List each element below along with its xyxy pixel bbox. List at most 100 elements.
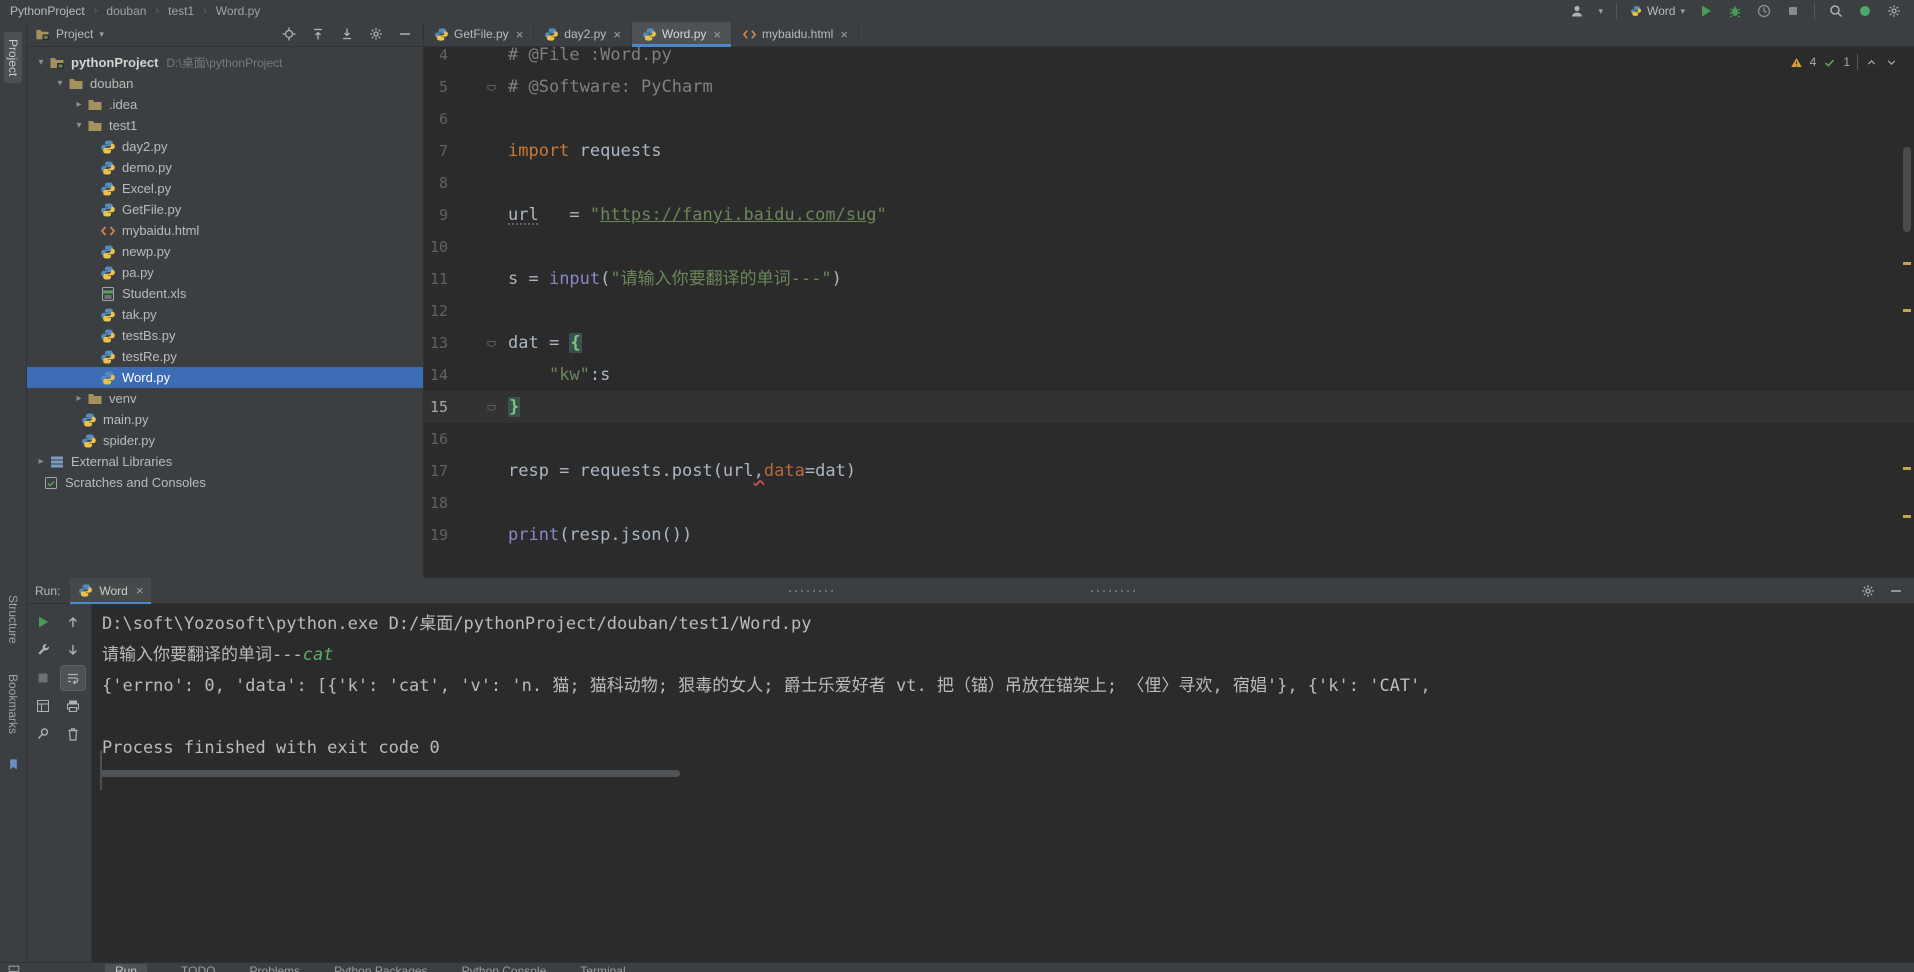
chevron-down-icon[interactable]: ▾ bbox=[52, 78, 68, 89]
console-hscrollbar[interactable] bbox=[100, 770, 680, 777]
code-line-7[interactable]: 7 import requests bbox=[424, 135, 1914, 167]
code-line-14[interactable]: 14 "kw":s bbox=[424, 359, 1914, 391]
tab-mybaidu.html[interactable]: mybaidu.html × bbox=[732, 22, 859, 46]
gear-icon[interactable] bbox=[1860, 583, 1876, 599]
tree-item-mybaidu.html[interactable]: mybaidu.html bbox=[27, 220, 423, 241]
code-line-6[interactable]: 6 bbox=[424, 103, 1914, 135]
chevron-down-icon[interactable]: ▾ bbox=[33, 57, 49, 68]
code-line-17[interactable]: 17 resp = requests.post(url,data=dat) bbox=[424, 455, 1914, 487]
close-icon[interactable]: × bbox=[136, 583, 144, 598]
prev-problem-icon[interactable] bbox=[1865, 56, 1878, 69]
tool-window-switcher-icon[interactable] bbox=[7, 964, 21, 972]
fold-marker-icon[interactable] bbox=[485, 81, 498, 94]
fold-marker-icon[interactable] bbox=[485, 401, 498, 414]
stop-button[interactable] bbox=[1785, 3, 1801, 19]
editor-scrollbar[interactable] bbox=[1900, 47, 1914, 578]
user-icon[interactable] bbox=[1569, 3, 1585, 19]
tree-item-Scratches and Consoles[interactable]: Scratches and Consoles bbox=[27, 472, 423, 493]
bookmark-icon[interactable] bbox=[6, 757, 21, 772]
tree-item-GetFile.py[interactable]: GetFile.py bbox=[27, 199, 423, 220]
tree-item-testBs.py[interactable]: testBs.py bbox=[27, 325, 423, 346]
tab-Word.py[interactable]: Word.py × bbox=[631, 22, 732, 47]
select-opened-file-icon[interactable] bbox=[281, 26, 297, 42]
tree-item-main.py[interactable]: main.py bbox=[27, 409, 423, 430]
code-line-11[interactable]: 11 s = input("请输入你要翻译的单词---") bbox=[424, 263, 1914, 295]
run-config-select[interactable]: Word ▾ bbox=[1630, 4, 1685, 18]
code-line-19[interactable]: 19 print(resp.json()) bbox=[424, 519, 1914, 551]
print-button[interactable] bbox=[61, 694, 85, 718]
close-icon[interactable]: × bbox=[613, 27, 621, 42]
statusbar-terminal[interactable]: Terminal bbox=[580, 964, 625, 972]
soft-wrap-button[interactable] bbox=[60, 665, 86, 691]
code-line-13[interactable]: 13 dat = { bbox=[424, 327, 1914, 359]
tree-item-Word.py[interactable]: Word.py bbox=[27, 367, 423, 388]
tree-item-test1[interactable]: ▾ test1 bbox=[27, 115, 423, 136]
code-line-16[interactable]: 16 bbox=[424, 423, 1914, 455]
statusbar-python-packages[interactable]: Python Packages bbox=[334, 964, 427, 972]
fold-marker-icon[interactable] bbox=[485, 337, 498, 350]
notifications-icon[interactable] bbox=[1857, 3, 1873, 19]
close-icon[interactable]: × bbox=[516, 27, 524, 42]
fold-marker-icon[interactable] bbox=[474, 71, 508, 103]
stripe-bookmarks-button[interactable]: Bookmarks bbox=[4, 667, 22, 741]
editor[interactable]: 4 # @File :Word.py 5 # @Software: PyCharm 6 7… bbox=[424, 47, 1914, 578]
stop-button[interactable] bbox=[31, 666, 55, 690]
tree-item-tak.py[interactable]: tak.py bbox=[27, 304, 423, 325]
prev-occurrence-button[interactable] bbox=[61, 610, 85, 634]
tab-day2.py[interactable]: day2.py × bbox=[534, 22, 632, 46]
tree-item-.idea[interactable]: ▸ .idea bbox=[27, 94, 423, 115]
chevron-down-icon[interactable]: ▾ bbox=[99, 29, 104, 40]
code-line-5[interactable]: 5 # @Software: PyCharm bbox=[424, 71, 1914, 103]
code-line-10[interactable]: 10 bbox=[424, 231, 1914, 263]
collapse-all-icon[interactable] bbox=[339, 26, 355, 42]
stripe-project-button[interactable]: Project bbox=[4, 32, 22, 84]
tab-GetFile.py[interactable]: GetFile.py × bbox=[424, 22, 535, 46]
chevron-right-icon[interactable]: ▸ bbox=[71, 393, 87, 404]
run-button[interactable] bbox=[1698, 3, 1714, 19]
tree-item-Student.xls[interactable]: Student.xls bbox=[27, 283, 423, 304]
fold-marker-icon[interactable] bbox=[474, 391, 508, 423]
next-problem-icon[interactable] bbox=[1885, 56, 1898, 69]
statusbar-run[interactable]: Run bbox=[105, 964, 148, 972]
code-line-9[interactable]: 9 url = "https://fanyi.baidu.com/sug" bbox=[424, 199, 1914, 231]
tree-item-demo.py[interactable]: demo.py bbox=[27, 157, 423, 178]
code-line-15[interactable]: 15} bbox=[424, 391, 1914, 423]
breadcrumb-folder[interactable]: douban bbox=[106, 4, 146, 18]
hide-panel-icon[interactable] bbox=[397, 26, 413, 42]
breadcrumb-folder[interactable]: test1 bbox=[168, 4, 194, 18]
gear-icon[interactable] bbox=[368, 26, 384, 42]
restore-layout-button[interactable] bbox=[31, 694, 55, 718]
splitter-grip[interactable] bbox=[1089, 589, 1135, 593]
breadcrumb-project[interactable]: PythonProject bbox=[10, 4, 85, 18]
statusbar-todo[interactable]: TODO bbox=[181, 964, 215, 972]
settings-icon[interactable] bbox=[1886, 3, 1902, 19]
tree-item-pa.py[interactable]: pa.py bbox=[27, 262, 423, 283]
statusbar-problems[interactable]: Problems bbox=[249, 964, 300, 972]
search-icon[interactable] bbox=[1828, 3, 1844, 19]
code-line-12[interactable]: 12 bbox=[424, 295, 1914, 327]
scrollbar-thumb[interactable] bbox=[1903, 147, 1911, 232]
close-icon[interactable]: × bbox=[713, 27, 721, 42]
project-panel-title[interactable]: Project bbox=[56, 27, 93, 41]
run-tab-word[interactable]: Word × bbox=[70, 577, 152, 604]
inspections-widget[interactable]: 4 1 bbox=[1790, 54, 1898, 70]
next-occurrence-button[interactable] bbox=[61, 638, 85, 662]
chevron-right-icon[interactable]: ▸ bbox=[33, 456, 49, 467]
chevron-right-icon[interactable]: ▸ bbox=[71, 99, 87, 110]
edit-configuration-button[interactable] bbox=[31, 638, 55, 662]
close-icon[interactable]: × bbox=[840, 27, 848, 42]
tree-item-testRe.py[interactable]: testRe.py bbox=[27, 346, 423, 367]
tree-item-External Libraries[interactable]: ▸ External Libraries bbox=[27, 451, 423, 472]
tree-item-day2.py[interactable]: day2.py bbox=[27, 136, 423, 157]
tree-item-spider.py[interactable]: spider.py bbox=[27, 430, 423, 451]
stripe-structure-button[interactable]: Structure bbox=[4, 588, 22, 651]
clear-console-button[interactable] bbox=[61, 722, 85, 746]
profile-button[interactable] bbox=[1756, 3, 1772, 19]
pin-button[interactable] bbox=[31, 722, 55, 746]
console-output[interactable]: D:\soft\Yozosoft\python.exe D:/桌面/python… bbox=[91, 604, 1914, 962]
splitter-grip[interactable] bbox=[787, 589, 833, 593]
breadcrumb-file[interactable]: Word.py bbox=[216, 4, 260, 18]
code-line-8[interactable]: 8 bbox=[424, 167, 1914, 199]
tree-item-venv[interactable]: ▸ venv bbox=[27, 388, 423, 409]
expand-all-icon[interactable] bbox=[310, 26, 326, 42]
